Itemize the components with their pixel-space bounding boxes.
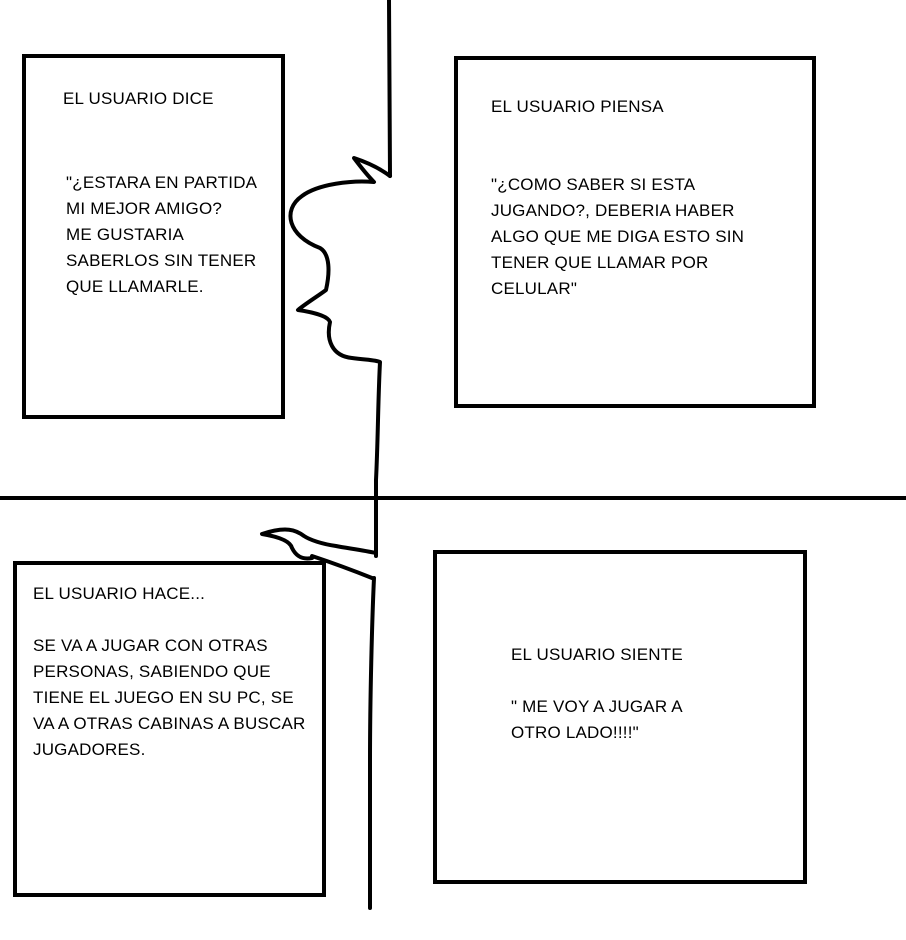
panel-feels: EL USUARIO SIENTE " ME VOY A JUGAR A OTR…: [433, 550, 807, 884]
panel-feels-quote: " ME VOY A JUGAR A OTRO LADO!!!!": [511, 697, 683, 742]
panel-does-heading: EL USUARIO HACE...: [33, 584, 206, 603]
vertical-divider-top: [387, 0, 392, 178]
panel-says: EL USUARIO DICE "¿ESTARA EN PARTIDA MI M…: [22, 54, 285, 419]
panel-thinks-heading: EL USUARIO PIENSA: [491, 97, 664, 116]
panel-does: EL USUARIO HACE... SE VA A JUGAR CON OTR…: [13, 561, 326, 897]
panel-thinks-quote: "¿COMO SABER SI ESTA JUGANDO?, DEBERIA H…: [491, 175, 745, 298]
panel-says-quote: "¿ESTARA EN PARTIDA MI MEJOR AMIGO? ME G…: [66, 173, 258, 296]
panel-feels-heading: EL USUARIO SIENTE: [511, 645, 683, 664]
person-body: [367, 576, 376, 910]
panel-thinks: EL USUARIO PIENSA "¿COMO SABER SI ESTA J…: [454, 56, 816, 408]
panel-says-heading: EL USUARIO DICE: [63, 89, 214, 108]
person-arm: [260, 527, 378, 561]
panel-does-quote: SE VA A JUGAR CON OTRAS PERSONAS, SABIEN…: [33, 636, 306, 759]
